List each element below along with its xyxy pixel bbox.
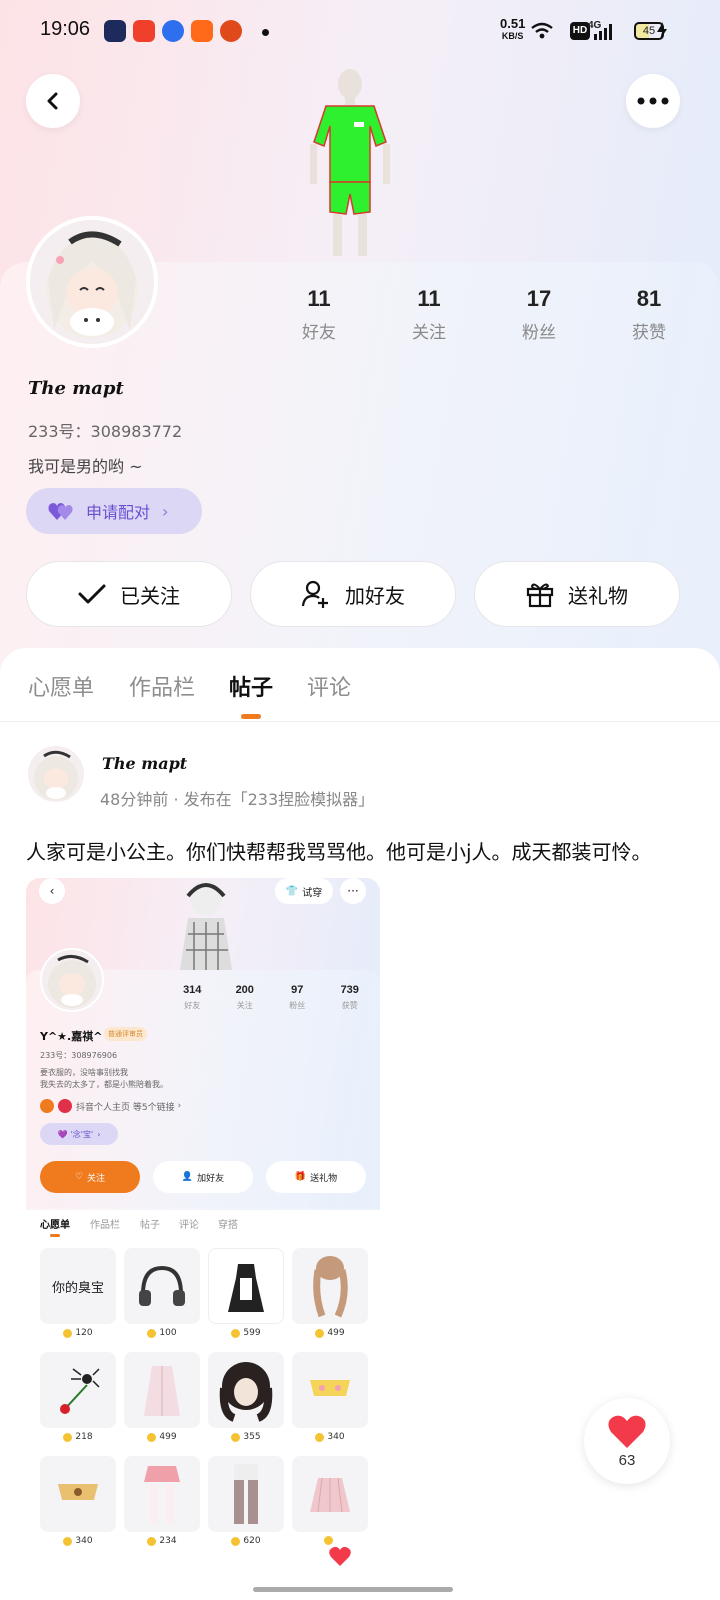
heart-icon bbox=[608, 1415, 646, 1448]
video-app-icon bbox=[133, 20, 155, 42]
hd-icon: HD bbox=[570, 22, 590, 40]
active-tab-indicator bbox=[241, 714, 261, 719]
try-on-button: 👕 试穿 bbox=[275, 878, 333, 904]
home-indicator[interactable] bbox=[253, 1587, 453, 1592]
network-speed: 0.51 KB/S bbox=[500, 16, 526, 41]
links-row: 抖音个人主页 等5个链接 › bbox=[40, 1098, 181, 1114]
add-friend-button[interactable]: 加好友 bbox=[250, 561, 456, 627]
like-button[interactable]: 63 bbox=[584, 1398, 670, 1484]
app-notification-icon bbox=[104, 20, 126, 42]
post-image[interactable]: ‹ 👕 试穿 ··· 314 好友 200 关注 97 粉丝 739 获赞 Y^★.嘉祺^… bbox=[26, 878, 380, 1600]
game-app-icon bbox=[191, 20, 213, 42]
add-friend-button: 👤 加好友 bbox=[153, 1161, 253, 1193]
back-icon: ‹ bbox=[39, 878, 65, 904]
pink-coat-icon bbox=[144, 1366, 180, 1416]
curly-hair-icon bbox=[219, 1362, 273, 1422]
coin-icon bbox=[63, 1328, 73, 1338]
post-meta[interactable]: 48分钟前 · 发布在「233捏脸模拟器」 bbox=[100, 786, 374, 810]
user-id: 233号：308983772 bbox=[28, 422, 183, 441]
wishlist-item: 499 bbox=[124, 1352, 200, 1442]
following-button[interactable]: 已关注 bbox=[26, 561, 232, 627]
add-user-icon bbox=[301, 580, 328, 608]
pink-skirt-icon bbox=[310, 1477, 350, 1513]
send-gift-button[interactable]: 送礼物 bbox=[474, 561, 680, 627]
link-icon bbox=[58, 1099, 72, 1113]
tab-comments[interactable]: 评论 bbox=[307, 670, 351, 702]
tab-works[interactable]: 作品栏 bbox=[129, 670, 195, 702]
anime-girl-avatar-icon bbox=[42, 950, 102, 1010]
stat-likes[interactable]: 81 获赞 bbox=[594, 286, 704, 346]
double-heart-icon bbox=[48, 503, 73, 520]
active-tab-indicator bbox=[50, 1234, 60, 1237]
chevron-right-icon: › bbox=[162, 501, 169, 521]
more-notifications-icon bbox=[262, 29, 269, 36]
signal-icon bbox=[594, 24, 612, 40]
username: Y^★.嘉祺^ bbox=[40, 1030, 103, 1043]
tab-wishlist[interactable]: 心愿单 bbox=[28, 670, 94, 702]
like-count: 63 bbox=[618, 1452, 636, 1469]
profile-tabs: 心愿单 作品栏 帖子 评论 穿搭 bbox=[26, 1208, 380, 1238]
username: The mapt bbox=[28, 378, 124, 399]
profile-tabs: 心愿单 作品栏 帖子 评论 bbox=[0, 648, 720, 722]
post-author-name[interactable]: The mapt bbox=[102, 754, 187, 773]
follow-button: ♡ 关注 bbox=[40, 1161, 140, 1193]
bio-line-2: 我失去的太多了，都是小熊陪着我。 bbox=[40, 1080, 168, 1089]
skirt-stockings-icon bbox=[144, 1466, 180, 1524]
wishlist-item: 340 bbox=[40, 1456, 116, 1546]
spider-rose-icon bbox=[60, 1368, 100, 1414]
stat-friends[interactable]: 11 好友 bbox=[264, 286, 374, 346]
wishlist-item: 355 bbox=[208, 1352, 284, 1442]
leggings-icon bbox=[234, 1464, 258, 1524]
headphones-icon bbox=[139, 1265, 185, 1306]
chevron-left-icon bbox=[47, 92, 58, 110]
baidu-app-icon bbox=[162, 20, 184, 42]
stat-following[interactable]: 11 关注 bbox=[374, 286, 484, 346]
anime-girl-avatar-icon bbox=[28, 746, 84, 802]
check-icon bbox=[78, 584, 106, 604]
bio-line-1: 要衣服的，没啥事别找我 bbox=[40, 1068, 128, 1077]
user-id: 233号：308976906 bbox=[40, 1051, 118, 1060]
shopping-app-icon bbox=[220, 20, 242, 42]
post-text: 人家可是小公主。你们快帮帮我骂骂他。他可是小j人。成天都装可怜。 bbox=[26, 840, 652, 864]
anime-girl-avatar-icon bbox=[30, 220, 154, 344]
charging-icon bbox=[657, 22, 667, 40]
maid-dress-icon bbox=[228, 1264, 264, 1312]
avatar-3d-figure bbox=[180, 880, 232, 970]
tab-posts[interactable]: 帖子 bbox=[229, 670, 273, 702]
wishlist-item: 你的臭宝 120 bbox=[40, 1248, 116, 1338]
heart-icon bbox=[329, 1546, 351, 1566]
profile-stats: 314 好友 200 关注 97 粉丝 739 获赞 bbox=[183, 984, 359, 1010]
avatar[interactable] bbox=[26, 216, 158, 348]
send-gift-button: 🎁 送礼物 bbox=[266, 1161, 366, 1193]
hair-icon bbox=[313, 1256, 348, 1318]
wishlist-item bbox=[292, 1456, 368, 1545]
pair-request-button[interactable]: 申请配对 › bbox=[26, 488, 202, 534]
wifi-icon bbox=[531, 22, 553, 39]
link-icon bbox=[40, 1099, 54, 1113]
more-button[interactable] bbox=[626, 74, 680, 128]
wishlist-item: 218 bbox=[40, 1352, 116, 1442]
more-dots-icon bbox=[637, 97, 669, 105]
status-badge: 普通评审员 bbox=[104, 1027, 147, 1041]
wishlist-item: 340 bbox=[292, 1352, 368, 1442]
status-bar: 19:06 0.51 KB/S HD 4G 45 bbox=[0, 0, 720, 62]
pair-badge: 💜 '念'宝' › bbox=[40, 1123, 118, 1145]
avatar bbox=[40, 948, 104, 1012]
stat-followers[interactable]: 17 粉丝 bbox=[484, 286, 594, 346]
wishlist-item: 599 bbox=[208, 1248, 284, 1338]
back-button[interactable] bbox=[26, 74, 80, 128]
wishlist-item: 100 bbox=[124, 1248, 200, 1338]
more-dots-icon: ··· bbox=[340, 878, 366, 904]
wishlist-item: 499 bbox=[292, 1248, 368, 1338]
profile-stats: 11 好友 11 关注 17 粉丝 81 获赞 bbox=[264, 286, 704, 346]
crop-top-icon bbox=[58, 1484, 98, 1500]
avatar-3d-figure[interactable] bbox=[290, 62, 410, 262]
clock: 19:06 bbox=[40, 18, 91, 40]
gift-icon bbox=[526, 583, 554, 608]
wishlist-item: 620 bbox=[208, 1456, 284, 1546]
crop-top-icon bbox=[310, 1380, 350, 1396]
bio: 我可是男的哟 ~ bbox=[28, 457, 143, 476]
wishlist-item: 234 bbox=[124, 1456, 200, 1546]
post-author-avatar[interactable] bbox=[28, 746, 84, 802]
